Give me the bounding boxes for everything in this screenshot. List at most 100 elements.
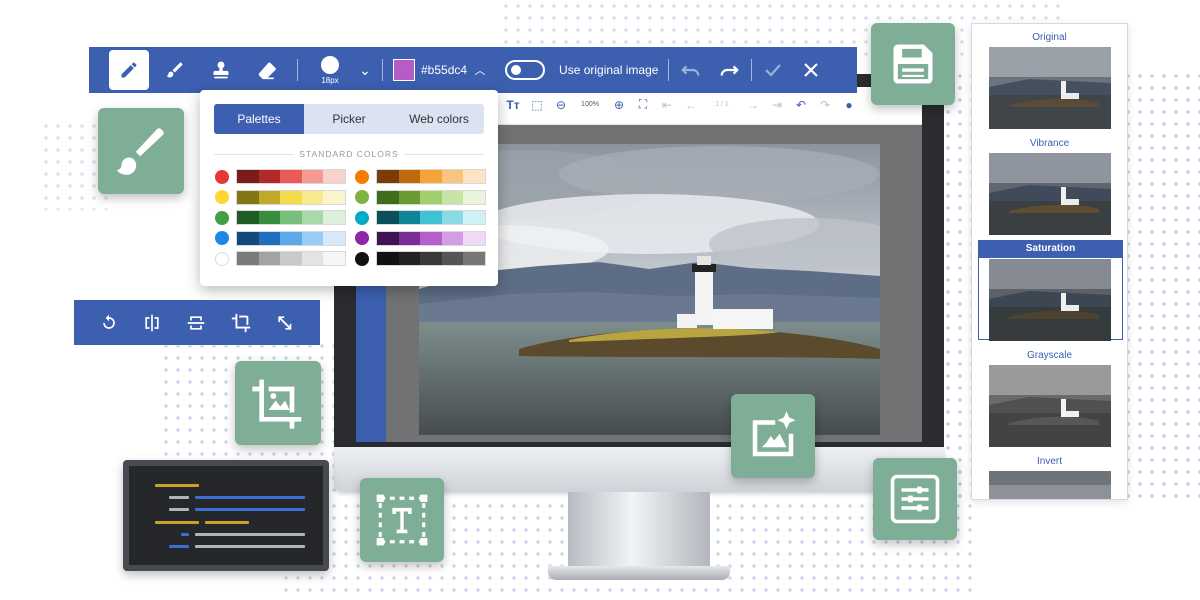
use-original-toggle[interactable] <box>505 60 546 80</box>
tab-palettes[interactable]: Palettes <box>214 104 304 134</box>
filter-label-saturation[interactable]: Saturation <box>978 240 1123 258</box>
palette-shade-swatch[interactable] <box>323 190 345 204</box>
palette-shade-swatch[interactable] <box>420 252 442 265</box>
next-page-icon[interactable]: → <box>741 98 765 112</box>
palette-shade-swatch[interactable] <box>441 190 464 204</box>
palette-shade-swatch[interactable] <box>258 252 281 265</box>
palette-shade-swatch[interactable] <box>441 170 464 183</box>
chevron-down-icon[interactable]: ⌄ <box>354 62 376 79</box>
palette-shade-swatch[interactable] <box>237 231 259 245</box>
palette-shade-swatch[interactable] <box>420 231 442 245</box>
palette-shade-swatch[interactable] <box>258 211 281 224</box>
palette-base-color[interactable] <box>355 251 369 266</box>
flip-horizontal-icon[interactable] <box>142 313 162 333</box>
palette-shade-swatch[interactable] <box>323 231 345 245</box>
filter-thumb-invert[interactable] <box>989 471 1111 499</box>
resize-icon[interactable] <box>275 313 295 333</box>
palette-shade-swatch[interactable] <box>237 170 259 183</box>
palette-shade-swatch[interactable] <box>323 170 345 183</box>
redo-button[interactable] <box>713 50 745 90</box>
palette-shade-swatch[interactable] <box>237 211 259 224</box>
tab-picker[interactable]: Picker <box>304 104 394 134</box>
palette-shade-swatch[interactable] <box>237 190 259 204</box>
prev-page-icon[interactable]: ← <box>679 98 703 112</box>
paint-brush-tile[interactable] <box>98 108 184 194</box>
save-tile[interactable] <box>871 23 955 105</box>
palette-shade-swatch[interactable] <box>420 170 442 183</box>
select-icon[interactable]: ⬚ <box>525 98 549 112</box>
palette-shade-swatch[interactable] <box>377 190 399 204</box>
palette-shade-swatch[interactable] <box>377 170 399 183</box>
palette-base-color[interactable] <box>215 251 229 266</box>
palette-shade-swatch[interactable] <box>280 170 302 183</box>
first-page-icon[interactable]: ⇤ <box>655 98 679 112</box>
undo-button[interactable] <box>675 50 707 90</box>
brush-tool-button[interactable] <box>155 50 195 90</box>
auto-enhance-tile[interactable] <box>731 394 815 478</box>
palette-shade-swatch[interactable] <box>280 211 302 224</box>
palette-shade-swatch[interactable] <box>463 252 485 265</box>
filter-thumb-saturation[interactable] <box>989 259 1111 341</box>
text-size-icon[interactable]: Tт <box>501 98 525 112</box>
chevron-up-icon[interactable]: ︿ <box>469 62 491 78</box>
palette-shade-swatch[interactable] <box>301 190 324 204</box>
adjustments-tile[interactable] <box>873 458 957 540</box>
tab-web-colors[interactable]: Web colors <box>394 104 484 134</box>
palette-shade-swatch[interactable] <box>301 231 324 245</box>
palette-shade-swatch[interactable] <box>398 252 421 265</box>
palette-shade-swatch[interactable] <box>441 252 464 265</box>
palette-shade-swatch[interactable] <box>377 252 399 265</box>
filter-thumb-original[interactable] <box>989 47 1111 129</box>
palette-base-color[interactable] <box>355 190 369 204</box>
fit-screen-icon[interactable]: ⛶ <box>631 97 655 112</box>
palette-shade-swatch[interactable] <box>420 211 442 224</box>
rotate-icon[interactable] <box>99 313 119 333</box>
palette-base-color[interactable] <box>355 169 369 184</box>
palette-shade-swatch[interactable] <box>463 211 485 224</box>
palette-shade-swatch[interactable] <box>280 231 302 245</box>
palette-base-color[interactable] <box>355 231 369 245</box>
palette-shade-swatch[interactable] <box>237 252 259 265</box>
undo-icon[interactable]: ↶ <box>789 98 813 112</box>
zoom-level[interactable]: 100% <box>573 101 607 108</box>
filters-scrollbar[interactable] <box>1136 20 1140 498</box>
palette-shade-swatch[interactable] <box>420 190 442 204</box>
palette-shade-swatch[interactable] <box>301 170 324 183</box>
palette-shade-swatch[interactable] <box>323 252 345 265</box>
palette-shade-swatch[interactable] <box>258 190 281 204</box>
zoom-out-icon[interactable]: ⊖ <box>549 98 573 112</box>
palette-base-color[interactable] <box>215 210 229 225</box>
flip-vertical-icon[interactable] <box>185 313 207 333</box>
zoom-in-icon[interactable]: ⊕ <box>607 98 631 112</box>
stamp-tool-button[interactable] <box>201 50 241 90</box>
color-swatch-button[interactable] <box>393 59 415 81</box>
palette-shade-swatch[interactable] <box>258 231 281 245</box>
palette-shade-swatch[interactable] <box>398 170 421 183</box>
palette-base-color[interactable] <box>215 169 229 184</box>
eraser-tool-button[interactable] <box>247 50 287 90</box>
text-tool-tile[interactable] <box>360 478 444 562</box>
palette-shade-swatch[interactable] <box>301 211 324 224</box>
palette-shade-swatch[interactable] <box>398 231 421 245</box>
confirm-button[interactable] <box>758 50 788 90</box>
palette-shade-swatch[interactable] <box>280 190 302 204</box>
palette-shade-swatch[interactable] <box>398 211 421 224</box>
redo-icon[interactable]: ↷ <box>813 98 837 112</box>
palette-shade-swatch[interactable] <box>441 231 464 245</box>
palette-shade-swatch[interactable] <box>323 211 345 224</box>
palette-base-color[interactable] <box>215 231 229 245</box>
filter-thumb-vibrance[interactable] <box>989 153 1111 235</box>
info-icon[interactable]: ● <box>837 98 861 112</box>
palette-base-color[interactable] <box>355 210 369 225</box>
palette-shade-swatch[interactable] <box>463 190 485 204</box>
close-button[interactable] <box>796 50 826 90</box>
pencil-tool-button[interactable] <box>109 50 149 90</box>
last-page-icon[interactable]: ⇥ <box>765 98 789 112</box>
filter-thumb-grayscale[interactable] <box>989 365 1111 447</box>
palette-shade-swatch[interactable] <box>398 190 421 204</box>
crop-icon[interactable] <box>230 312 252 334</box>
palette-shade-swatch[interactable] <box>441 211 464 224</box>
brush-size-control[interactable]: 18px <box>310 55 350 85</box>
palette-shade-swatch[interactable] <box>258 170 281 183</box>
palette-shade-swatch[interactable] <box>377 211 399 224</box>
